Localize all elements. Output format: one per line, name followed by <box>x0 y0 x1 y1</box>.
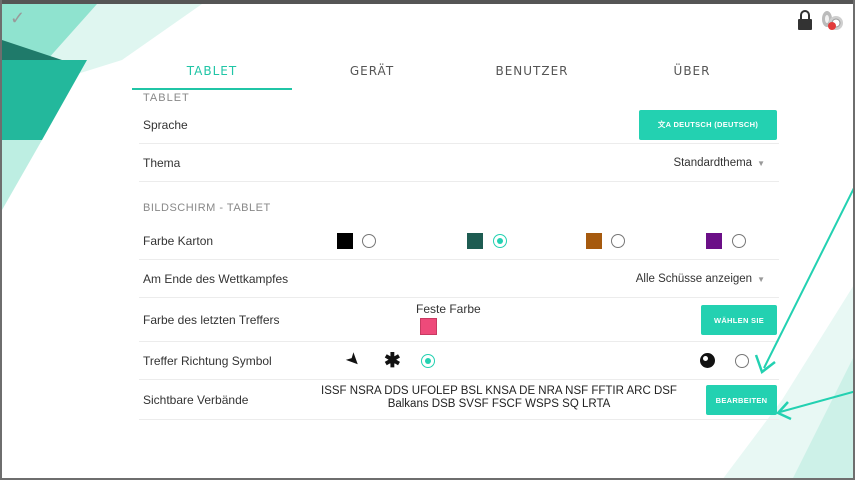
federations-list: ISSF NSRA DDS UFOLEP BSL KNSA DE NRA NSF… <box>309 385 689 411</box>
theme-row: Thema Standardthema ▼ <box>139 144 779 182</box>
last-hit-color-label: Farbe des letzten Treffers <box>143 312 280 327</box>
choose-color-button[interactable]: WÄHLEN SIE <box>701 305 777 335</box>
language-row: Sprache 文A DEUTSCH (DEUTSCH) <box>139 106 779 144</box>
tab-bar: TABLET GERÄT BENUTZER ÜBER <box>132 60 772 90</box>
radio-black[interactable] <box>362 234 376 248</box>
check-icon[interactable]: ✓ <box>10 8 25 29</box>
chevron-down-icon: ▼ <box>757 274 765 284</box>
settings-list: TABLET Sprache 文A DEUTSCH (DEUTSCH) Them… <box>139 92 779 420</box>
dot-symbol-icon <box>700 353 715 368</box>
alert-icon[interactable] <box>819 8 845 32</box>
section-header-tablet: TABLET <box>143 92 190 104</box>
radio-brown[interactable] <box>611 234 625 248</box>
card-color-row: Farbe Karton <box>139 222 779 260</box>
radio-symbol-dot[interactable] <box>735 354 749 368</box>
arrow-symbol-icon: ➤ <box>341 347 366 372</box>
language-button[interactable]: 文A DEUTSCH (DEUTSCH) <box>639 109 777 140</box>
radio-dark-teal[interactable] <box>493 234 507 248</box>
end-competition-dropdown[interactable]: Alle Schüsse anzeigen ▼ <box>636 273 765 285</box>
swatch-brown <box>586 233 602 249</box>
end-competition-label: Am Ende des Wettkampfes <box>143 271 289 286</box>
last-hit-color-swatch[interactable] <box>420 318 437 335</box>
federations-row: Sichtbare Verbände ISSF NSRA DDS UFOLEP … <box>139 380 779 420</box>
language-label: Sprache <box>143 117 188 132</box>
last-hit-color-row: Farbe des letzten Treffers Feste Farbe W… <box>139 298 779 342</box>
asterisk-symbol-icon: ✱ <box>384 350 401 372</box>
end-competition-value: Alle Schüsse anzeigen <box>635 272 753 285</box>
top-border <box>2 0 853 4</box>
lock-icon[interactable] <box>797 9 813 31</box>
hit-direction-row: Treffer Richtung Symbol ➤ ✱ <box>139 342 779 380</box>
federations-label: Sichtbare Verbände <box>143 392 249 407</box>
swatch-dark-teal <box>467 233 483 249</box>
tab-device[interactable]: GERÄT <box>292 60 452 90</box>
annotation-arrow-lower <box>775 390 853 421</box>
last-hit-color-mode: Feste Farbe <box>416 302 481 316</box>
end-competition-row: Am Ende des Wettkampfes Alle Schüsse anz… <box>139 260 779 298</box>
federations-line-2: Balkans DSB SVSF FSCF WSPS SQ LRTA <box>387 398 611 410</box>
theme-value: Standardthema <box>673 156 753 169</box>
card-color-label: Farbe Karton <box>143 233 214 248</box>
theme-label: Thema <box>143 155 181 170</box>
chevron-down-icon: ▼ <box>757 158 765 168</box>
status-icons <box>797 8 845 32</box>
tab-user[interactable]: BENUTZER <box>452 60 612 90</box>
edit-federations-button[interactable]: BEARBEITEN <box>706 385 777 415</box>
app-frame: ✓ TABLET GERÄT BENUTZER ÜBER TABLET Spra… <box>0 0 855 480</box>
hit-direction-label: Treffer Richtung Symbol <box>143 353 272 368</box>
swatch-purple <box>706 233 722 249</box>
tab-tablet[interactable]: TABLET <box>132 60 292 90</box>
radio-purple[interactable] <box>732 234 746 248</box>
theme-dropdown[interactable]: Standardthema ▼ <box>673 157 765 169</box>
tab-about[interactable]: ÜBER <box>612 60 772 90</box>
swatch-black <box>337 233 353 249</box>
federations-line-1: ISSF NSRA DDS UFOLEP BSL KNSA DE NRA NSF… <box>321 385 677 397</box>
radio-symbol-arrow[interactable] <box>421 354 435 368</box>
section-header-screen: BILDSCHIRM - TABLET <box>143 202 271 214</box>
